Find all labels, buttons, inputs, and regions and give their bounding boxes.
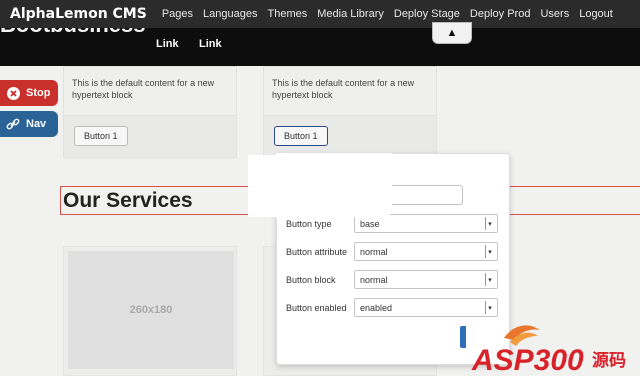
cms-brand: AlphaLemon CMS — [10, 6, 147, 22]
header-link-1[interactable]: Link — [156, 38, 179, 50]
service-thumbnail[interactable]: 260x180 — [63, 246, 237, 376]
button-block-row: Button block normal ▾ — [286, 270, 498, 289]
button-enabled-label: Button enabled — [286, 302, 347, 313]
watermark-logo: ASP300 源码 — [470, 320, 640, 376]
menu-item-deploy-prod[interactable]: Deploy Prod — [465, 8, 536, 20]
menu-item-deploy-stage[interactable]: Deploy Stage — [389, 8, 465, 20]
triangle-up-icon: ▲ — [446, 27, 458, 39]
menu-item-languages[interactable]: Languages — [198, 8, 262, 20]
nav-button-label: Nav — [26, 118, 47, 130]
menu-item-users[interactable]: Users — [535, 8, 574, 20]
button-1[interactable]: Button 1 — [74, 126, 128, 146]
menu-item-themes[interactable]: Themes — [262, 8, 312, 20]
button-block-value: normal — [360, 274, 388, 285]
button-type-label: Button type — [286, 218, 332, 229]
menu-item-pages[interactable]: Pages — [157, 8, 198, 20]
button-enabled-row: Button enabled enabled ▾ — [286, 298, 498, 317]
button-enabled-select[interactable]: enabled ▾ — [354, 298, 498, 317]
button-type-value: base — [360, 218, 380, 229]
chevron-down-icon: ▾ — [485, 301, 494, 314]
button-1-selected[interactable]: Button 1 — [274, 126, 328, 146]
save-button[interactable] — [460, 326, 466, 348]
site-header: Bootbusiness Link Link — [0, 28, 640, 66]
site-title[interactable]: Bootbusiness — [0, 28, 145, 38]
collapse-toolbar-button[interactable]: ▲ — [432, 22, 472, 44]
hypertext-block-text: This is the default content for a new hy… — [72, 78, 215, 100]
image-placeholder: 260x180 — [68, 251, 234, 369]
stop-button[interactable]: Stop — [0, 80, 58, 106]
menu-item-logout[interactable]: Logout — [574, 8, 618, 20]
hypertext-block-text: This is the default content for a new hy… — [272, 78, 415, 100]
button-attribute-select[interactable]: normal ▾ — [354, 242, 498, 261]
button-text-input[interactable] — [390, 185, 463, 205]
button-attribute-label: Button attribute — [286, 246, 348, 257]
services-heading: Our Services — [63, 189, 193, 212]
watermark-suffix: 源码 — [592, 350, 626, 371]
cms-toolbar: AlphaLemon CMS Pages Languages Themes Me… — [0, 0, 640, 28]
close-circle-icon — [6, 86, 20, 100]
chevron-down-icon: ▾ — [485, 245, 494, 258]
blank-overlay — [248, 155, 390, 217]
button-block-label: Button block — [286, 274, 336, 285]
nav-button[interactable]: Nav — [0, 111, 58, 137]
menu-item-media-library[interactable]: Media Library — [312, 8, 389, 20]
button-block-select[interactable]: normal ▾ — [354, 270, 498, 289]
button-enabled-value: enabled — [360, 302, 393, 313]
chevron-down-icon: ▾ — [485, 217, 494, 230]
link-icon — [6, 117, 20, 131]
cms-menu: Pages Languages Themes Media Library Dep… — [157, 8, 618, 20]
button-attribute-value: normal — [360, 246, 388, 257]
header-link-2[interactable]: Link — [199, 38, 222, 50]
chevron-down-icon: ▾ — [485, 273, 494, 286]
watermark-text: ASP300 — [471, 344, 584, 376]
button-attribute-row: Button attribute normal ▾ — [286, 242, 498, 261]
stop-button-label: Stop — [26, 87, 51, 99]
